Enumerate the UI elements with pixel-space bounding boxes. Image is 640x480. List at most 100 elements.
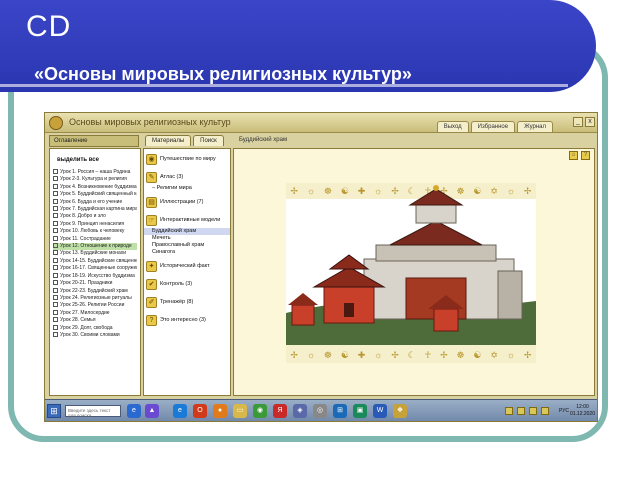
category-control[interactable]: ✔ Контроль (3) bbox=[144, 276, 230, 292]
category-label: Путешествие по миру bbox=[160, 156, 216, 162]
select-all-checkbox[interactable]: выделить все bbox=[57, 157, 137, 163]
tray-icon[interactable] bbox=[517, 407, 525, 415]
lesson-item[interactable]: Урок 29. Долг, свобода bbox=[53, 324, 137, 332]
lesson-checkbox[interactable] bbox=[53, 183, 58, 189]
lesson-item[interactable]: Урок 11. Сострадание bbox=[53, 235, 137, 243]
lesson-item[interactable]: Урок 6. Будда и его учение bbox=[53, 198, 137, 206]
clock[interactable]: 12:00 01.12.2020 bbox=[570, 404, 595, 418]
category-label: Исторический факт bbox=[160, 263, 210, 269]
religions-group[interactable]: – Религии мира bbox=[144, 185, 230, 192]
category-trainer[interactable]: ✐ Тренажёр (8) bbox=[144, 294, 230, 310]
lesson-item[interactable]: Урок 8. Добро и зло bbox=[53, 213, 137, 220]
app3-icon[interactable]: ◎ bbox=[313, 404, 327, 418]
tab-favorites[interactable]: Избранное bbox=[470, 121, 516, 132]
app4-icon[interactable]: ▣ bbox=[353, 404, 367, 418]
lesson-checkbox[interactable] bbox=[53, 324, 58, 330]
lesson-item[interactable]: Урок 25-26. Религии России bbox=[53, 302, 137, 309]
lesson-checkbox[interactable] bbox=[53, 169, 58, 174]
lesson-checkbox[interactable] bbox=[53, 243, 58, 249]
tab-journal[interactable]: Журнал bbox=[517, 121, 553, 132]
category-illustrations[interactable]: ▤ Иллюстрации (7) bbox=[144, 194, 230, 210]
word-icon[interactable]: W bbox=[373, 404, 387, 418]
lesson-checkbox[interactable] bbox=[53, 250, 58, 256]
lesson-checkbox[interactable] bbox=[53, 280, 58, 286]
category-atlas[interactable]: ✎ Атлас (3) bbox=[144, 169, 230, 185]
start-button[interactable]: ⊞ bbox=[47, 404, 61, 418]
lesson-checkbox[interactable] bbox=[53, 257, 58, 263]
close-button[interactable]: x bbox=[585, 117, 595, 127]
lesson-label: Урок 12. Отношение к природе bbox=[60, 243, 132, 250]
category-interactive-models[interactable]: ☞ Интерактивные модели bbox=[144, 212, 230, 228]
lesson-checkbox[interactable] bbox=[53, 206, 58, 212]
lesson-checkbox[interactable] bbox=[53, 317, 58, 323]
opera-icon[interactable]: O bbox=[193, 404, 207, 418]
lesson-item[interactable]: Урок 18-19. Искусство буддизма bbox=[53, 272, 137, 280]
category-world-journey[interactable]: ◉ Путешествие по миру bbox=[144, 151, 230, 167]
lesson-checkbox[interactable] bbox=[53, 198, 58, 204]
lesson-item[interactable]: Урок 12. Отношение к природе bbox=[53, 243, 137, 251]
lesson-checkbox[interactable] bbox=[53, 191, 58, 197]
lesson-checkbox[interactable] bbox=[53, 294, 58, 300]
active-app-icon[interactable]: ❖ bbox=[393, 404, 407, 418]
tray-icon[interactable] bbox=[529, 407, 537, 415]
lesson-checkbox[interactable] bbox=[53, 213, 58, 219]
lesson-item[interactable]: Урок 2-3. Культура и религия bbox=[53, 176, 137, 183]
home-icon[interactable]: ⌂ bbox=[569, 151, 578, 160]
lesson-item[interactable]: Урок 16-17. Священные сооружения bbox=[53, 265, 137, 272]
app-icon[interactable]: ▲ bbox=[145, 404, 159, 418]
lesson-item[interactable]: Урок 13. Буддийские монахи bbox=[53, 250, 137, 257]
edge-icon[interactable]: e bbox=[127, 404, 141, 418]
chrome-icon[interactable]: ◉ bbox=[253, 404, 267, 418]
tray-icon[interactable] bbox=[541, 407, 549, 415]
lesson-checkbox[interactable] bbox=[53, 331, 58, 337]
subitem-buddhist-temple[interactable]: Буддийский храм bbox=[144, 228, 230, 235]
lesson-item[interactable]: Урок 7. Буддийская картина мира bbox=[53, 206, 137, 213]
taskbar-search[interactable]: Введите здесь текст для поиска bbox=[65, 405, 121, 418]
ie-icon[interactable]: e bbox=[173, 404, 187, 418]
windows-icon[interactable]: ⊞ bbox=[333, 404, 347, 418]
folder-icon[interactable]: ▭ bbox=[233, 404, 247, 418]
lesson-checkbox[interactable] bbox=[53, 265, 58, 271]
minimize-button[interactable]: _ bbox=[573, 117, 583, 127]
subitem-mosque[interactable]: Мечеть bbox=[144, 235, 230, 242]
contents-header: Оглавление bbox=[49, 135, 139, 147]
small-pavilion-right bbox=[433, 308, 459, 332]
app2-icon[interactable]: ◈ bbox=[293, 404, 307, 418]
lesson-checkbox[interactable] bbox=[53, 287, 58, 293]
category-label: Атлас (3) bbox=[160, 174, 184, 180]
language-indicator[interactable]: РУС bbox=[559, 408, 569, 414]
lesson-checkbox[interactable] bbox=[53, 302, 58, 308]
lesson-item[interactable]: Урок 5. Буддийский священный канон bbox=[53, 191, 137, 198]
lesson-checkbox[interactable] bbox=[53, 309, 58, 315]
lesson-item[interactable]: Урок 9. Принцип ненасилия bbox=[53, 220, 137, 228]
lesson-checkbox[interactable] bbox=[53, 272, 58, 278]
subitem-orthodox-church[interactable]: Православный храм bbox=[144, 242, 230, 249]
lesson-item[interactable]: Урок 14-15. Буддийские священные bbox=[53, 257, 137, 265]
lesson-checkbox[interactable] bbox=[53, 235, 58, 241]
tab-search[interactable]: Поиск bbox=[193, 135, 224, 146]
lesson-item[interactable]: Урок 27. Милосердие bbox=[53, 309, 137, 317]
category-historical-fact[interactable]: ✦ Исторический факт bbox=[144, 258, 230, 274]
lesson-item[interactable]: Урок 1. Россия – наша Родина bbox=[53, 169, 137, 176]
yandex-icon[interactable]: Я bbox=[273, 404, 287, 418]
tray-icon[interactable] bbox=[505, 407, 513, 415]
lesson-item[interactable]: Урок 28. Семья bbox=[53, 317, 137, 324]
buddhist-temple-illustration[interactable]: ✢ ☼ ☸ ☯ ✚ ☼ ✢ ☾ ☥ ✢ ☸ ☯ ✡ ☼ ✢ ✢ ☼ ☸ ☯ ✚ … bbox=[286, 183, 536, 363]
lesson-item[interactable]: Урок 24. Религиозные ритуалы bbox=[53, 294, 137, 302]
lesson-item[interactable]: Урок 20-21. Праздники bbox=[53, 280, 137, 287]
tab-exit[interactable]: Выход bbox=[436, 121, 469, 132]
firefox-icon[interactable]: ● bbox=[213, 404, 227, 418]
lesson-item[interactable]: Урок 10. Любовь к человеку bbox=[53, 228, 137, 235]
tab-materials[interactable]: Материалы bbox=[145, 135, 192, 146]
lesson-checkbox[interactable] bbox=[53, 220, 58, 226]
lesson-item[interactable]: Урок 4. Возникновение буддизма bbox=[53, 183, 137, 191]
lesson-label: Урок 8. Добро и зло bbox=[60, 213, 106, 220]
lesson-checkbox[interactable] bbox=[53, 176, 58, 182]
subitem-synagogue[interactable]: Синагога bbox=[144, 249, 230, 256]
lesson-item[interactable]: Урок 22-23. Буддийский храм bbox=[53, 287, 137, 295]
lesson-checkbox[interactable] bbox=[53, 228, 58, 234]
category-interesting[interactable]: ? Это интересно (3) bbox=[144, 312, 230, 328]
lesson-label: Урок 4. Возникновение буддизма bbox=[60, 183, 137, 190]
lesson-item[interactable]: Урок 30. Своими словами bbox=[53, 331, 137, 339]
help-icon[interactable]: ? bbox=[581, 151, 590, 160]
